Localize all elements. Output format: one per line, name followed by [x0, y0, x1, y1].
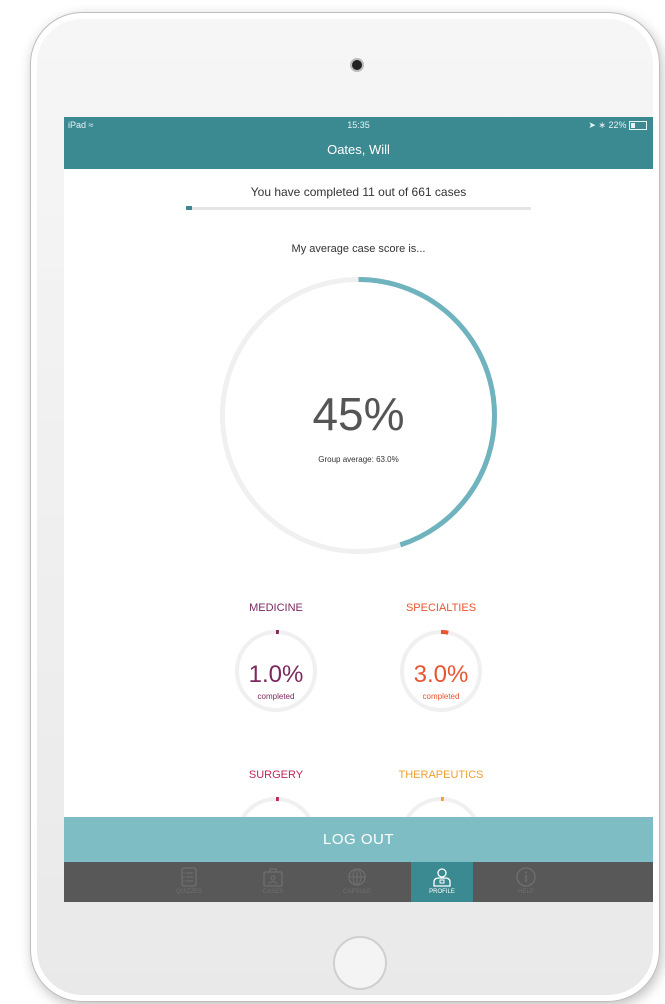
profile-content: You have completed 11 out of 661 cases M… — [64, 169, 653, 879]
tab-capsule-label: CAPSULE — [342, 889, 371, 895]
battery-icon — [629, 121, 647, 131]
category-specialties-value: 3.0% — [413, 661, 469, 688]
page-title: Oates, Will — [327, 142, 390, 157]
bluetooth-icon: ∗ — [598, 120, 606, 130]
tab-profile-label: PROFILE — [429, 889, 455, 895]
tab-cases-label: CASES — [262, 889, 284, 895]
header-bar: iPad ≈ 15:35 ➤ ∗ 22% Oates, Will — [64, 117, 653, 169]
home-button[interactable] — [333, 936, 387, 990]
cases-progress-fill — [186, 206, 192, 210]
completed-cases-text: You have completed 11 out of 661 cases — [250, 185, 467, 199]
category-medicine-value: 1.0% — [248, 661, 304, 688]
category-surgery-label: SURGERY — [248, 769, 304, 781]
profile-icon — [433, 868, 451, 887]
tab-bar: QUIZZES CASES CAPSULE PROFILE HELP — [64, 862, 653, 902]
tab-quizzes[interactable]: QUIZZES — [158, 862, 220, 902]
cases-progress-bar — [186, 206, 531, 210]
capsule-icon — [348, 868, 366, 886]
tab-profile[interactable]: PROFILE — [411, 862, 473, 902]
status-time: 15:35 — [347, 120, 370, 130]
status-right: ➤ ∗ 22% — [588, 120, 647, 131]
tab-help[interactable]: HELP — [495, 862, 557, 902]
tab-cases[interactable]: CASES — [242, 862, 304, 902]
tab-quizzes-label: QUIZZES — [175, 889, 202, 895]
average-score-value: 45% — [312, 388, 405, 440]
logout-button[interactable]: LOG OUT — [64, 817, 653, 862]
category-therapeutics-label: THERAPEUTICS — [398, 769, 484, 781]
tab-help-label: HELP — [518, 889, 534, 895]
category-specialties-sub: completed — [422, 692, 460, 701]
quiz-icon — [181, 867, 197, 887]
location-icon: ➤ — [588, 120, 596, 130]
camera-icon — [352, 60, 362, 70]
average-score-label: My average case score is... — [291, 243, 426, 255]
category-specialties-label: SPECIALTIES — [405, 602, 477, 614]
tab-capsule[interactable]: CAPSULE — [326, 862, 388, 902]
help-icon — [516, 867, 536, 887]
app-screen: iPad ≈ 15:35 ➤ ∗ 22% Oates, Will You hav… — [64, 117, 653, 902]
category-medicine-label: MEDICINE — [249, 602, 303, 614]
cases-icon — [263, 868, 283, 887]
group-average-text: Group average: 63.0% — [318, 455, 399, 464]
category-medicine-sub: completed — [257, 692, 295, 701]
